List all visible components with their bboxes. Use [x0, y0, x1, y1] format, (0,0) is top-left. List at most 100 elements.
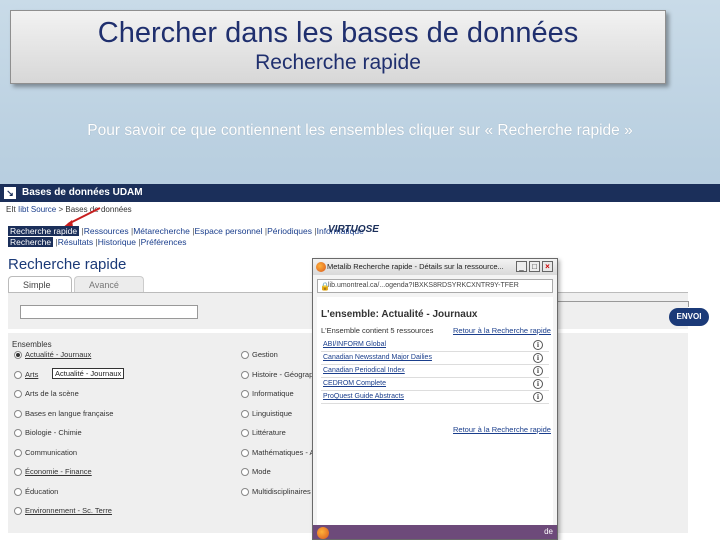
- arrow-icon: ↘: [4, 187, 16, 199]
- ensemble-option-label: Histoire - Géograph: [252, 369, 318, 379]
- ensembles-label: Ensembles: [12, 340, 52, 349]
- ensemble-option[interactable]: Littérature: [241, 428, 286, 438]
- breadcrumb-link[interactable]: Iibt Source: [18, 205, 56, 214]
- ensemble-option-label: Gestion: [252, 350, 278, 359]
- radio-button[interactable]: [241, 351, 249, 360]
- ensemble-option[interactable]: Communication: [14, 448, 77, 457]
- popup-content: L'ensemble: Actualité - Journaux L'Ensem…: [317, 297, 553, 525]
- ensemble-option[interactable]: Multidisciplinaires: [241, 487, 311, 496]
- tooltip: Actualité - Journaux: [52, 368, 125, 379]
- radio-button[interactable]: [241, 429, 249, 438]
- info-icon[interactable]: i: [533, 340, 543, 350]
- ensemble-option-label: Actualité - Journaux: [25, 350, 92, 359]
- search-input[interactable]: [20, 305, 198, 319]
- nav-periodiques[interactable]: Périodiques: [267, 226, 312, 236]
- table-row: CEDROM Complete i: [321, 378, 549, 391]
- ensemble-option[interactable]: Bases en langue française: [14, 409, 113, 418]
- taskbar-text: de: [544, 527, 553, 536]
- resource-link[interactable]: CEDROM Complete: [321, 380, 386, 387]
- virtuose-logo: VIRTUOSE: [328, 224, 379, 235]
- resource-link[interactable]: ProQuest Guide Abstracts: [321, 393, 404, 400]
- tab-simple[interactable]: Simple: [8, 276, 72, 292]
- subnav-preferences[interactable]: Préférences: [141, 237, 187, 247]
- resource-link[interactable]: Canadian Periodical Index: [321, 367, 405, 374]
- ensemble-option[interactable]: Mathématiques - A: [241, 448, 315, 457]
- taskbar: de: [313, 525, 557, 539]
- popup-heading: L'ensemble: Actualité - Journaux: [321, 309, 478, 320]
- slide-title-box: Chercher dans les bases de données Reche…: [10, 10, 666, 84]
- radio-button[interactable]: [14, 507, 22, 516]
- ensemble-option-label: Arts de la scène: [25, 389, 79, 398]
- info-icon[interactable]: i: [533, 379, 543, 389]
- ensemble-option-label: Économie - Finance: [25, 467, 92, 476]
- slide-title: Chercher dans les bases de données: [97, 17, 579, 49]
- ensemble-option[interactable]: Informatique: [241, 389, 294, 399]
- ensemble-option[interactable]: Biologie - Chimie: [14, 428, 82, 438]
- popup-subheading: L'Ensemble contient 5 ressources: [321, 326, 434, 335]
- ensemble-option[interactable]: Gestion: [241, 350, 278, 360]
- ensemble-option-label: Informatique: [252, 389, 294, 398]
- resource-link[interactable]: ABI/INFORM Global: [321, 341, 386, 348]
- ensemble-option[interactable]: Linguistique: [241, 409, 292, 418]
- subnav-recherche[interactable]: Recherche: [8, 237, 54, 247]
- nav-ressources[interactable]: Ressources: [84, 226, 129, 236]
- table-row: ABI/INFORM Global i: [321, 339, 549, 352]
- tab-avance[interactable]: Avancé: [74, 276, 144, 292]
- resource-details-popup: Metalib Recherche rapide - Détails sur l…: [312, 258, 558, 540]
- ensemble-option-label: Arts: [25, 369, 39, 379]
- ensemble-option[interactable]: Économie - Finance: [14, 467, 92, 477]
- subnav-resultats[interactable]: Résultats: [58, 237, 93, 247]
- ensemble-option-label: Linguistique: [252, 408, 293, 418]
- site-header-title: Bases de données UDAM: [22, 187, 143, 198]
- radio-button[interactable]: [241, 448, 249, 457]
- radio-button[interactable]: [241, 468, 249, 477]
- info-icon[interactable]: i: [533, 353, 543, 363]
- close-button[interactable]: ×: [542, 261, 553, 272]
- radio-button[interactable]: [14, 370, 22, 379]
- ensemble-option[interactable]: Éducation: [14, 487, 58, 496]
- table-row: Canadian Periodical Index i: [321, 365, 549, 378]
- lock-icon: 🔒: [320, 282, 330, 291]
- radio-button[interactable]: [14, 429, 22, 438]
- ensemble-option[interactable]: Histoire - Géograph: [241, 370, 317, 379]
- radio-button[interactable]: [14, 487, 22, 496]
- resource-link[interactable]: Canadian Newsstand Major Dailies: [321, 354, 432, 361]
- radio-button[interactable]: [241, 409, 249, 418]
- firefox-taskbar-icon[interactable]: [317, 527, 329, 539]
- ensemble-option-label: Biologie - Chimie: [25, 428, 82, 437]
- popup-title: Metalib Recherche rapide - Détails sur l…: [327, 262, 504, 271]
- nav-espace-personnel[interactable]: Espace personnel: [194, 226, 262, 236]
- radio-button[interactable]: [241, 487, 249, 496]
- radio-button[interactable]: [14, 448, 22, 457]
- radio-button[interactable]: [241, 370, 249, 379]
- ensemble-option[interactable]: Environnement - Sc. Terre: [14, 506, 112, 516]
- firefox-icon: [316, 262, 326, 272]
- return-link-bottom[interactable]: Retour à la Recherche rapide: [453, 425, 551, 434]
- ensemble-option[interactable]: Mode: [241, 467, 271, 477]
- main-nav: Recherche rapide |Ressources |Métarecher…: [8, 226, 364, 236]
- ensemble-option[interactable]: Arts de la scène: [14, 389, 79, 399]
- radio-button[interactable]: [14, 351, 22, 360]
- return-link-top[interactable]: Retour à la Recherche rapide: [453, 326, 551, 335]
- send-button[interactable]: ENVOI: [669, 308, 709, 326]
- popup-url-bar[interactable]: 🔒 lib.umontreal.ca/...ogenda?IBXKS8RDSYR…: [317, 279, 553, 293]
- radio-button[interactable]: [14, 409, 22, 418]
- ensemble-option[interactable]: Actualité - Journaux: [14, 350, 92, 360]
- info-icon[interactable]: i: [533, 366, 543, 376]
- table-row: ProQuest Guide Abstracts i: [321, 391, 549, 404]
- minimize-button[interactable]: _: [516, 261, 527, 272]
- info-icon[interactable]: i: [533, 392, 543, 402]
- radio-button[interactable]: [14, 390, 22, 399]
- maximize-button[interactable]: □: [529, 261, 540, 272]
- radio-button[interactable]: [14, 468, 22, 477]
- subnav-historique[interactable]: Historique: [98, 237, 136, 247]
- ensemble-option[interactable]: Arts: [14, 370, 38, 379]
- ensemble-option-label: Mode: [252, 467, 271, 476]
- nav-metarecherche[interactable]: Métarecherche: [133, 226, 190, 236]
- envoi-connector: [556, 301, 688, 302]
- page-heading: Recherche rapide: [8, 256, 127, 273]
- ensemble-option-label: Éducation: [25, 486, 59, 496]
- ensemble-option-label: Bases en langue française: [25, 408, 114, 418]
- radio-button[interactable]: [241, 390, 249, 399]
- nav-recherche-rapide[interactable]: Recherche rapide: [8, 226, 80, 236]
